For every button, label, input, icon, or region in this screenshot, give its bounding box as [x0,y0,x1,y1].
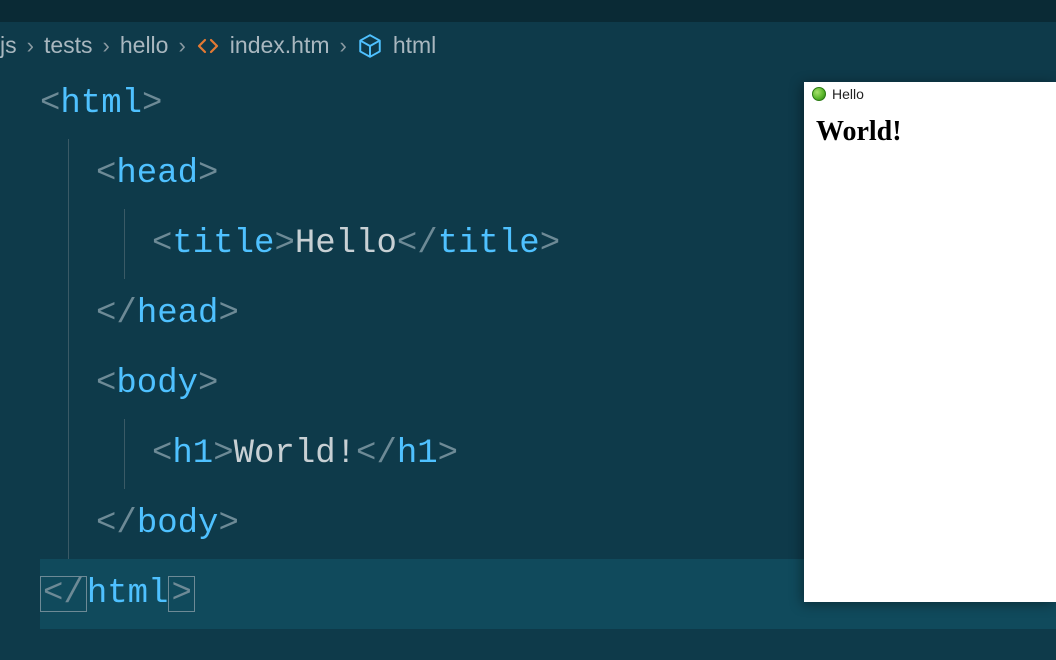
preview-titlebar: Hello [804,82,1056,106]
chevron-right-icon: › [103,33,110,59]
symbol-box-icon [357,33,383,59]
breadcrumb-seg[interactable]: hello [120,32,169,59]
preview-body: World! [804,106,1056,158]
title-bar [0,0,1056,22]
breadcrumb-seg[interactable]: index.htm [230,32,330,59]
chevron-right-icon: › [178,33,185,59]
chevron-right-icon: › [340,33,347,59]
breadcrumb-seg[interactable]: tests [44,32,93,59]
chevron-right-icon: › [27,33,34,59]
code-tag-icon [196,34,220,58]
breadcrumb: js › tests › hello › index.htm › html [0,22,1056,69]
breadcrumb-seg[interactable]: html [393,32,436,59]
preview-h1: World! [816,116,1044,148]
breadcrumb-seg[interactable]: js [0,32,17,59]
favicon-icon [812,87,826,101]
preview-window: Hello World! [804,82,1056,602]
preview-title-text: Hello [832,86,864,102]
